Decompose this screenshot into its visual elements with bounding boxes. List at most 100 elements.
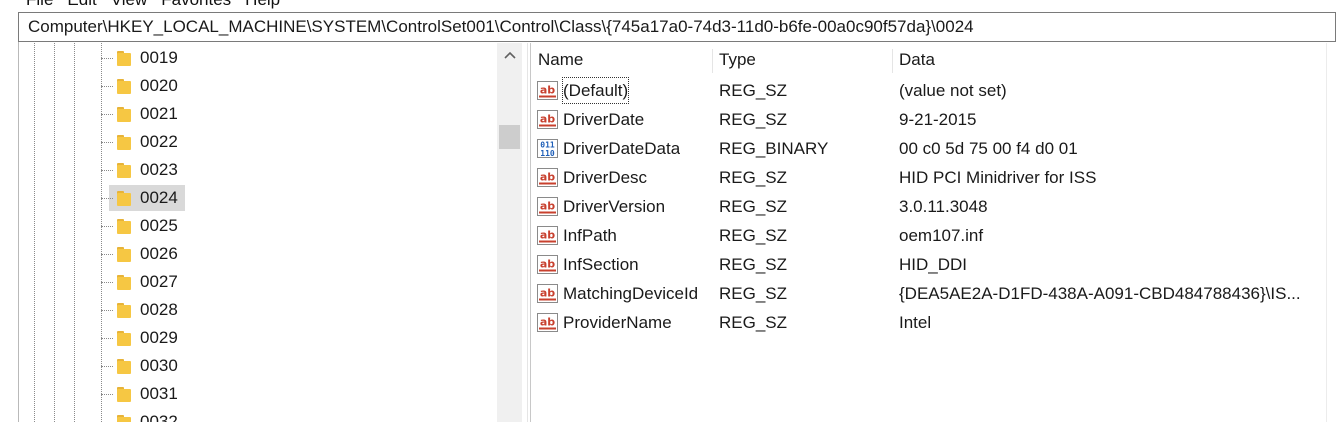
- tree-item-label: 0030: [140, 356, 178, 375]
- value-name: DriverDesc: [563, 168, 648, 187]
- folder-icon: [117, 303, 131, 318]
- tree-connector: [101, 58, 113, 59]
- tree-connector: [101, 86, 113, 87]
- menu-bar: File Edit View Favorites Help: [0, 0, 1340, 12]
- value-type: REG_BINARY: [719, 139, 829, 158]
- string-value-icon: ab: [537, 313, 558, 332]
- value-name: InfSection: [563, 255, 639, 274]
- value-row[interactable]: ab DriverDesc REG_SZ HID PCI Minidriver for…: [532, 163, 1326, 192]
- value-type: REG_SZ: [719, 313, 788, 332]
- tree-item-label: 0031: [140, 384, 178, 403]
- value-type: REG_SZ: [719, 110, 788, 129]
- value-name: DriverVersion: [563, 197, 666, 216]
- column-name-header[interactable]: Name: [532, 43, 712, 76]
- value-row[interactable]: ab DriverVersion REG_SZ 3.0.11.3048: [532, 192, 1326, 221]
- folder-icon: [117, 275, 131, 290]
- address-bar[interactable]: Computer\HKEY_LOCAL_MACHINE\SYSTEM\Contr…: [18, 12, 1336, 42]
- value-type-icon: ab: [537, 197, 558, 216]
- folder-icon: [117, 191, 131, 206]
- value-type: REG_SZ: [719, 226, 788, 245]
- value-name: MatchingDeviceId: [563, 284, 699, 303]
- value-type-icon: ab: [537, 110, 558, 129]
- value-row[interactable]: 011 110 DriverDateData REG_BINARY 00 c0 5d 7…: [532, 134, 1326, 163]
- tree-guide-line: [34, 43, 35, 422]
- folder-icon: [117, 107, 131, 122]
- value-type-icon: ab: [537, 313, 558, 332]
- value-data: 3.0.11.3048: [899, 197, 988, 216]
- string-value-icon: ab: [537, 284, 558, 303]
- svg-text:ab: ab: [540, 171, 555, 184]
- value-name: DriverDateData: [563, 139, 681, 158]
- value-data: {DEA5AE2A-D1FD-438A-A091-CBD484788436}\I…: [899, 284, 1301, 303]
- column-data-header[interactable]: Data: [893, 43, 1323, 76]
- tree-connector: [101, 366, 113, 367]
- svg-text:ab: ab: [540, 84, 555, 97]
- scroll-up-button[interactable]: [497, 43, 522, 67]
- folder-icon: [117, 359, 131, 374]
- menu-favorites[interactable]: Favorites: [161, 0, 231, 12]
- svg-text:ab: ab: [540, 316, 555, 329]
- scroll-thumb[interactable]: [499, 125, 520, 149]
- value-row[interactable]: ab InfSection REG_SZ HID_DDI: [532, 250, 1326, 279]
- value-type: REG_SZ: [719, 284, 788, 303]
- folder-icon: [117, 163, 131, 178]
- menu-edit[interactable]: Edit: [67, 0, 96, 12]
- value-row[interactable]: ab MatchingDeviceId REG_SZ {DEA5AE2A-D1FD-4…: [532, 279, 1326, 308]
- string-value-icon: ab: [537, 168, 558, 187]
- value-type-icon: ab: [537, 255, 558, 274]
- tree-connector: [101, 310, 113, 311]
- folder-icon: [117, 247, 131, 262]
- tree-item-label: 0032: [140, 412, 178, 422]
- list-scrollbar[interactable]: [1326, 43, 1340, 422]
- svg-text:ab: ab: [540, 113, 555, 126]
- folder-icon: [117, 219, 131, 234]
- folder-icon: [117, 331, 131, 346]
- value-type-icon: ab: [537, 81, 558, 100]
- menu-file[interactable]: File: [26, 0, 53, 12]
- tree-guide-line: [54, 43, 55, 422]
- folder-icon: [117, 51, 131, 66]
- value-type: REG_SZ: [719, 81, 788, 100]
- value-data: 00 c0 5d 75 00 f4 d0 01: [899, 139, 1078, 158]
- list-header: Name Type Data: [532, 43, 1326, 76]
- tree-item-label: 0021: [140, 104, 178, 123]
- binary-value-icon: 011110: [537, 139, 558, 158]
- value-type-icon: ab: [537, 226, 558, 245]
- value-name: DriverDate: [563, 110, 645, 129]
- tree-item-label: 0019: [140, 48, 178, 67]
- value-name: ProviderName: [563, 313, 672, 332]
- tree-item-label: 0020: [140, 76, 178, 95]
- registry-tree[interactable]: 0019 0020 0021 0022 0023 0024 0025 0026 0027 0028…: [19, 43, 497, 422]
- value-name: InfPath: [563, 226, 617, 245]
- tree-connector: [101, 142, 113, 143]
- tree-item-label: 0027: [140, 272, 178, 291]
- tree-item-label: 0029: [140, 328, 178, 347]
- menu-help[interactable]: Help: [245, 0, 280, 12]
- tree-connector: [101, 226, 113, 227]
- folder-icon: [117, 415, 131, 422]
- pane-splitter[interactable]: [527, 43, 531, 422]
- svg-text:110: 110: [540, 149, 555, 158]
- tree-scrollbar[interactable]: [497, 43, 522, 422]
- chevron-up-icon: [503, 51, 516, 59]
- value-data: oem107.inf: [899, 226, 984, 245]
- value-row[interactable]: ab DriverDate REG_SZ 9-21-2015: [532, 105, 1326, 134]
- value-type-icon: ab: [537, 284, 558, 303]
- value-row[interactable]: ab ProviderName REG_SZ Intel: [532, 308, 1326, 337]
- value-row[interactable]: ab InfPath REG_SZ oem107.inf: [532, 221, 1326, 250]
- svg-text:ab: ab: [540, 287, 555, 300]
- tree-connector: [101, 282, 113, 283]
- folder-icon: [117, 135, 131, 150]
- value-data: Intel: [899, 313, 932, 332]
- value-data: (value not set): [899, 81, 1007, 100]
- string-value-icon: ab: [537, 110, 558, 129]
- tree-connector: [101, 170, 113, 171]
- value-data: HID PCI Minidriver for ISS: [899, 168, 1097, 187]
- value-type-icon: 011 110: [537, 139, 558, 158]
- value-data: HID_DDI: [899, 255, 968, 274]
- string-value-icon: ab: [537, 197, 558, 216]
- column-type-header[interactable]: Type: [713, 43, 892, 76]
- menu-view[interactable]: View: [111, 0, 148, 12]
- value-row[interactable]: ab (Default) REG_SZ (value not set): [532, 76, 1326, 105]
- folder-icon: [117, 387, 131, 402]
